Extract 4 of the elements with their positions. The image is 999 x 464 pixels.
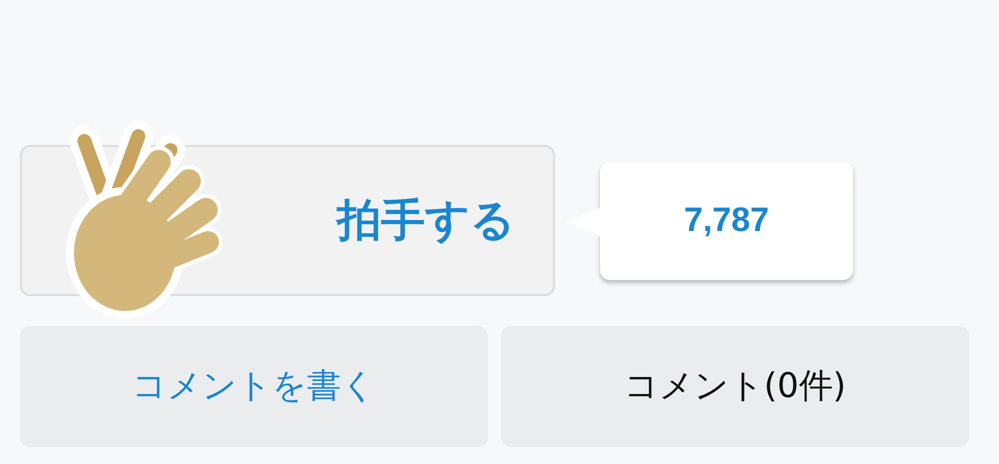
comment-button[interactable]: コメントを書く [20, 326, 488, 447]
bubble-tail-icon [566, 206, 602, 236]
comment-button[interactable]: コメント(0件) [501, 326, 969, 447]
clap-count: 7,787 [600, 162, 853, 280]
